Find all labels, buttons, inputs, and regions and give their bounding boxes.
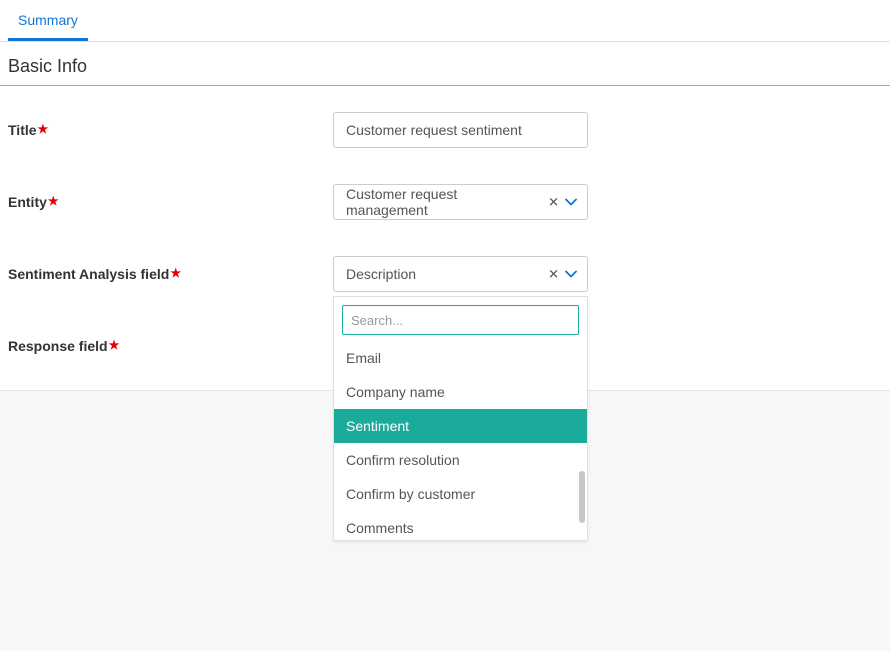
tab-bar: Summary (0, 0, 890, 42)
label-entity: Entity★ (8, 194, 333, 210)
label-entity-text: Entity (8, 194, 47, 210)
dropdown-list: Email Company name Sentiment Confirm res… (334, 341, 587, 540)
sentiment-field-select[interactable]: Description ✕ (333, 256, 588, 292)
response-field-dropdown: Email Company name Sentiment Confirm res… (333, 296, 588, 541)
entity-select[interactable]: Customer request management ✕ (333, 184, 588, 220)
dropdown-option-confirm-by-customer[interactable]: Confirm by customer (334, 477, 587, 511)
dropdown-option-sentiment[interactable]: Sentiment (334, 409, 587, 443)
required-icon: ★ (38, 122, 49, 136)
label-response-field: Response field★ (8, 338, 333, 354)
required-icon: ★ (170, 266, 181, 280)
label-response-field-text: Response field (8, 338, 108, 354)
entity-select-value: Customer request management (346, 186, 539, 218)
clear-icon[interactable]: ✕ (548, 268, 559, 281)
row-title: Title★ (8, 94, 882, 166)
clear-icon[interactable]: ✕ (548, 196, 559, 209)
dropdown-search-input[interactable] (342, 305, 579, 335)
chevron-down-icon[interactable] (565, 196, 577, 208)
chevron-down-icon[interactable] (565, 268, 577, 280)
label-title: Title★ (8, 122, 333, 138)
required-icon: ★ (48, 194, 59, 208)
label-sentiment-field: Sentiment Analysis field★ (8, 266, 333, 282)
row-entity: Entity★ Customer request management ✕ (8, 166, 882, 238)
section-basic-info-header: Basic Info (0, 42, 890, 86)
scrollbar-thumb[interactable] (579, 471, 585, 523)
dropdown-option-company-name[interactable]: Company name (334, 375, 587, 409)
dropdown-option-confirm-resolution[interactable]: Confirm resolution (334, 443, 587, 477)
tab-summary[interactable]: Summary (8, 0, 88, 41)
label-title-text: Title (8, 122, 37, 138)
title-input[interactable] (333, 112, 588, 148)
sentiment-field-select-value: Description (346, 266, 416, 282)
dropdown-option-comments[interactable]: Comments (334, 511, 587, 540)
dropdown-option-email[interactable]: Email (334, 341, 587, 375)
required-icon: ★ (109, 338, 120, 352)
label-sentiment-field-text: Sentiment Analysis field (8, 266, 169, 282)
